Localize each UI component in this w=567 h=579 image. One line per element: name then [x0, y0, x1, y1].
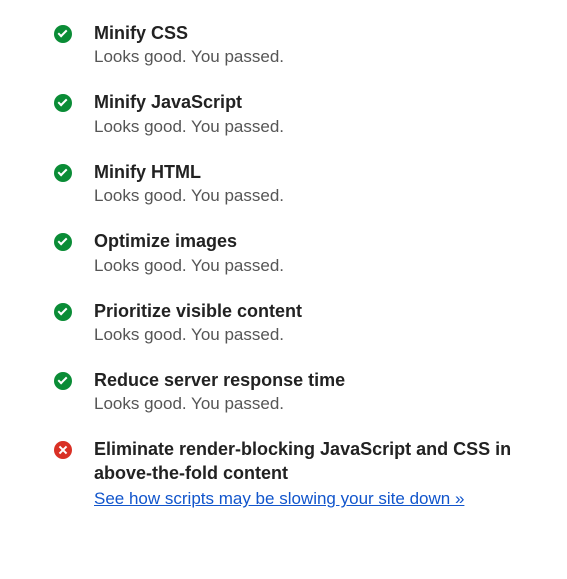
- rule-subtitle: Looks good. You passed.: [94, 47, 543, 67]
- check-circle-icon: [54, 303, 72, 321]
- rule-item: Minify JavaScript Looks good. You passed…: [24, 81, 543, 150]
- rule-title: Minify CSS: [94, 22, 543, 45]
- check-circle-icon: [54, 233, 72, 251]
- rule-title: Prioritize visible content: [94, 300, 543, 323]
- rule-subtitle: Looks good. You passed.: [94, 186, 543, 206]
- status-icon-col: [24, 438, 94, 464]
- rule-text: Minify HTML Looks good. You passed.: [94, 161, 543, 206]
- status-icon-col: [24, 300, 94, 326]
- rule-item: Minify HTML Looks good. You passed.: [24, 151, 543, 220]
- status-icon-col: [24, 91, 94, 117]
- x-circle-icon: [54, 441, 72, 459]
- rule-title: Optimize images: [94, 230, 543, 253]
- check-circle-icon: [54, 372, 72, 390]
- rule-subtitle: Looks good. You passed.: [94, 394, 543, 414]
- rule-item: Prioritize visible content Looks good. Y…: [24, 290, 543, 359]
- check-circle-icon: [54, 25, 72, 43]
- rule-text: Minify CSS Looks good. You passed.: [94, 22, 543, 67]
- rule-text: Eliminate render-blocking JavaScript and…: [94, 438, 543, 511]
- rule-text: Prioritize visible content Looks good. Y…: [94, 300, 543, 345]
- rule-title: Minify JavaScript: [94, 91, 543, 114]
- rule-title: Reduce server response time: [94, 369, 543, 392]
- rule-subtitle: Looks good. You passed.: [94, 117, 543, 137]
- rule-subtitle: Looks good. You passed.: [94, 256, 543, 276]
- rule-title: Eliminate render-blocking JavaScript and…: [94, 438, 543, 485]
- status-icon-col: [24, 230, 94, 256]
- rule-item: Minify CSS Looks good. You passed.: [24, 12, 543, 81]
- check-circle-icon: [54, 94, 72, 112]
- rule-text: Minify JavaScript Looks good. You passed…: [94, 91, 543, 136]
- status-icon-col: [24, 161, 94, 187]
- rule-text: Reduce server response time Looks good. …: [94, 369, 543, 414]
- check-circle-icon: [54, 164, 72, 182]
- rule-help-link[interactable]: See how scripts may be slowing your site…: [94, 489, 464, 508]
- rule-title: Minify HTML: [94, 161, 543, 184]
- rule-item: Reduce server response time Looks good. …: [24, 359, 543, 428]
- rule-item: Eliminate render-blocking JavaScript and…: [24, 428, 543, 525]
- rule-subtitle: Looks good. You passed.: [94, 325, 543, 345]
- rule-item: Optimize images Looks good. You passed.: [24, 220, 543, 289]
- status-icon-col: [24, 369, 94, 395]
- rule-text: Optimize images Looks good. You passed.: [94, 230, 543, 275]
- status-icon-col: [24, 22, 94, 48]
